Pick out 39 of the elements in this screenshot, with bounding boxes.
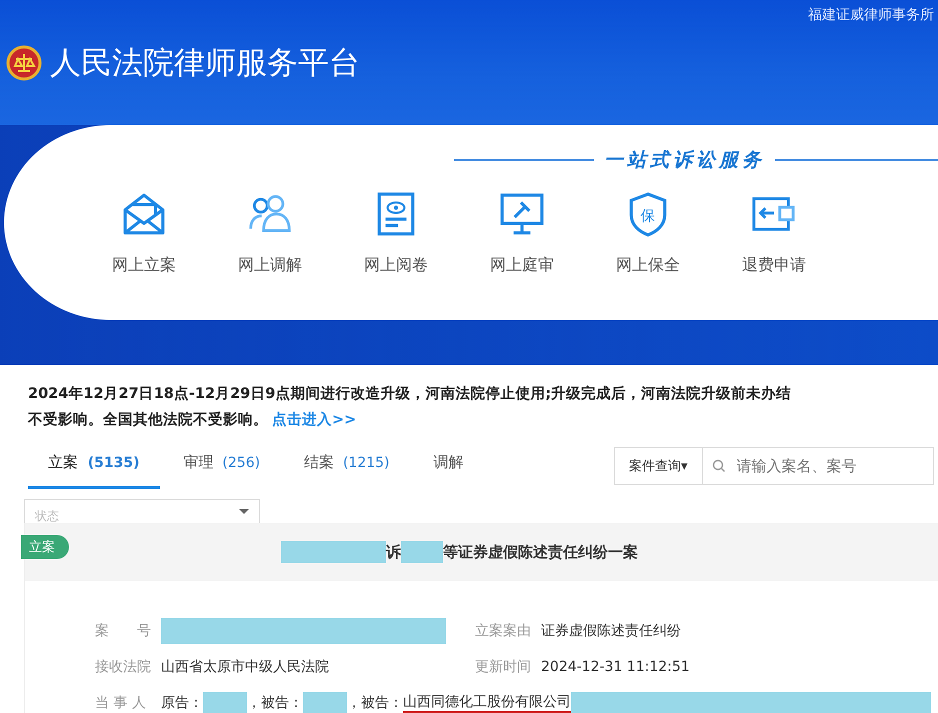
case-title-text: 等证券虚假陈述责任纠纷一案 — [443, 542, 638, 562]
case-tab[interactable]: 审理 (256) — [164, 447, 280, 489]
court-emblem-icon — [6, 45, 42, 81]
redaction-block — [303, 692, 347, 713]
notice-text: 2024年12月27日18点-12月29日9点期间进行改造升级，河南法院停止使用;升级完成后，河南法院升级前未办结 — [28, 386, 792, 402]
field-value: 山西省太原市中级人民法院 — [161, 658, 329, 676]
case-tab[interactable]: 结案 (1215) — [284, 447, 410, 489]
service-label[interactable]: 网上阅卷 — [364, 255, 428, 276]
field-value: 证券虚假陈述责任纠纷 — [541, 622, 681, 640]
search-scope-dropdown[interactable]: 案件查询▾ — [614, 447, 702, 485]
case-title-text: 诉 — [386, 542, 401, 562]
notice-text: 不受影响。全国其他法院不受影响。 — [28, 412, 268, 428]
monitor-gavel-icon[interactable] — [499, 191, 545, 237]
service-label[interactable]: 网上调解 — [238, 255, 302, 276]
field-label: 当 事 人 — [95, 694, 147, 712]
party-role: ，被告： — [247, 694, 303, 712]
service-label[interactable]: 网上立案 — [112, 255, 176, 276]
shield-label: 保 — [640, 207, 656, 224]
field-label: 立案案由 — [475, 622, 532, 640]
field-label: 更新时间 — [475, 658, 532, 676]
field-label: 接收法院 — [95, 658, 152, 676]
service-label[interactable]: 网上保全 — [616, 255, 680, 276]
envelope-icon[interactable] — [121, 191, 167, 237]
case-tab[interactable]: 立案 (5135) — [28, 447, 160, 489]
field-value: 2024-12-31 11:12:51 — [541, 659, 690, 675]
party-role: ，被告： — [347, 694, 403, 712]
redaction-block — [401, 541, 443, 563]
service-label[interactable]: 网上庭审 — [490, 255, 554, 276]
case-tab[interactable]: 调解 — [414, 447, 484, 489]
redaction-block — [203, 692, 247, 713]
enter-link[interactable]: 点击进入>> — [272, 412, 356, 428]
search-field[interactable]: 请输入案名、案号 — [702, 447, 934, 485]
party-role: 原告： — [161, 694, 203, 712]
field-label: 案 号 — [95, 622, 152, 640]
law-firm-name: 福建证威律师事务所 — [808, 6, 934, 24]
status-tag: 立案 — [21, 535, 69, 559]
platform-title: 人民法院律师服务平台 — [50, 44, 360, 83]
service-label[interactable]: 退费申请 — [742, 255, 806, 276]
service-heading: 一站式诉讼服务 — [604, 148, 765, 173]
